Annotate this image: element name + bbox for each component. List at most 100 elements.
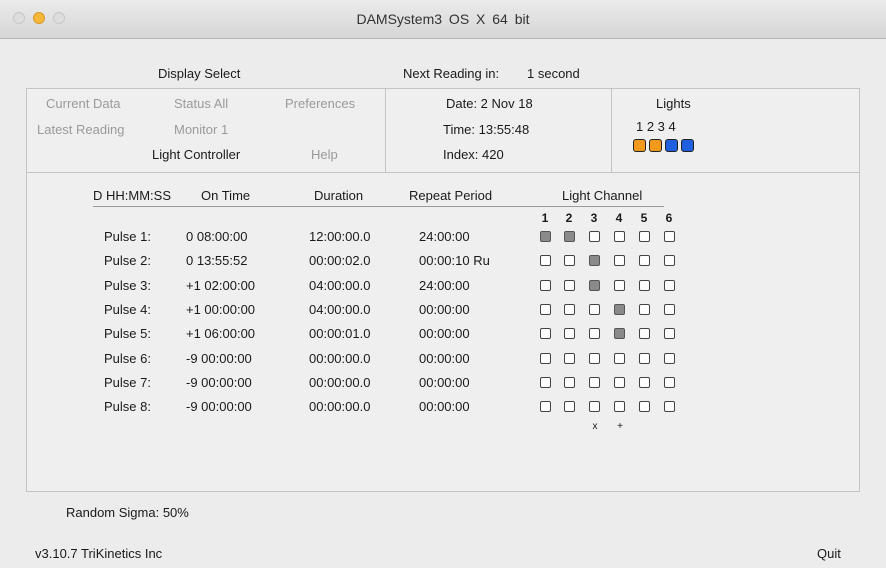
channel-checkbox[interactable]	[589, 401, 600, 413]
channel-checkbox[interactable]	[589, 303, 600, 315]
channel-checkbox[interactable]	[614, 255, 625, 267]
on-time-field[interactable]: 0 08:00:00	[186, 229, 247, 244]
status-date: Date: 2 Nov 18	[446, 96, 533, 111]
nav-help[interactable]: Help	[311, 147, 338, 162]
channel-number-2: 2	[565, 211, 573, 225]
duration-field[interactable]: 04:00:00.0	[309, 302, 370, 317]
title-bar: DAMSystem3 OS X 64 bit	[0, 0, 886, 39]
lights-numbers: 1 2 3 4	[636, 119, 676, 134]
channel-checkbox[interactable]	[589, 279, 600, 291]
duration-field[interactable]: 04:00:00.0	[309, 278, 370, 293]
on-time-field[interactable]: -9 00:00:00	[186, 375, 252, 390]
channel-number-6: 6	[665, 211, 673, 225]
channel-checkbox[interactable]	[564, 376, 575, 388]
on-time-field[interactable]: +1 00:00:00	[186, 302, 255, 317]
nav-status-all[interactable]: Status All	[174, 96, 228, 111]
on-time-field[interactable]: -9 00:00:00	[186, 399, 252, 414]
channel-checkbox[interactable]	[639, 231, 650, 242]
channel-checkbox[interactable]	[614, 279, 625, 291]
channel-checkbox[interactable]	[639, 328, 650, 340]
duration-field[interactable]: 00:00:01.0	[309, 326, 370, 341]
nav-current-data[interactable]: Current Data	[46, 96, 120, 111]
nav-monitor-1[interactable]: Monitor 1	[174, 122, 228, 137]
channel-checkbox[interactable]	[589, 231, 600, 242]
repeat-period-field[interactable]: 00:00:10 Ru	[419, 253, 490, 268]
duration-field[interactable]: 00:00:00.0	[309, 375, 370, 390]
channel-number-3: 3	[590, 211, 598, 225]
channel-checkbox[interactable]	[639, 303, 650, 315]
repeat-period-field[interactable]: 00:00:00	[419, 302, 470, 317]
channel-checkbox[interactable]	[614, 328, 625, 340]
channel-checkbox[interactable]	[540, 231, 551, 242]
channel-checkbox[interactable]	[540, 279, 551, 291]
repeat-period-field[interactable]: 00:00:00	[419, 351, 470, 366]
channel-checkbox[interactable]	[614, 303, 625, 315]
channel-checkbox[interactable]	[664, 376, 675, 388]
pulse-label: Pulse 6:	[104, 350, 151, 366]
pulse-label: Pulse 3:	[104, 277, 151, 293]
on-time-field[interactable]: -9 00:00:00	[186, 351, 252, 366]
nav-latest-reading[interactable]: Latest Reading	[37, 122, 124, 137]
pulse-label: Pulse 4:	[104, 301, 151, 317]
duration-field[interactable]: 00:00:00.0	[309, 399, 370, 414]
channel-checkbox[interactable]	[564, 401, 575, 413]
channel-checkbox[interactable]	[614, 376, 625, 388]
channel-checkbox[interactable]	[639, 352, 650, 364]
channel-checkbox[interactable]	[540, 255, 551, 267]
repeat-period-field[interactable]: 00:00:00	[419, 326, 470, 341]
repeat-period-field[interactable]: 00:00:00	[419, 399, 470, 414]
channel-checkbox[interactable]	[564, 255, 575, 267]
pulse-label: Pulse 8:	[104, 399, 151, 415]
channel-checkbox[interactable]	[540, 328, 551, 340]
channel-checkbox[interactable]	[639, 376, 650, 388]
on-time-field[interactable]: +1 06:00:00	[186, 326, 255, 341]
pulse-label: Pulse 1:	[104, 229, 151, 244]
channel-checkbox[interactable]	[540, 352, 551, 364]
status-index: Index: 420	[443, 147, 504, 162]
channel-mark: +	[617, 421, 623, 432]
repeat-period-field[interactable]: 00:00:00	[419, 375, 470, 390]
channel-checkbox[interactable]	[589, 352, 600, 364]
channel-checkbox[interactable]	[589, 328, 600, 340]
channel-checkbox[interactable]	[664, 352, 675, 364]
channel-checkbox[interactable]	[564, 352, 575, 364]
channel-checkbox[interactable]	[589, 255, 600, 267]
channel-checkbox[interactable]	[664, 401, 675, 413]
pulse-label: Pulse 5:	[104, 326, 151, 342]
channel-checkbox[interactable]	[664, 303, 675, 315]
light-indicator-4	[681, 139, 694, 152]
duration-field[interactable]: 00:00:00.0	[309, 351, 370, 366]
channel-checkbox[interactable]	[639, 255, 650, 267]
channel-checkbox[interactable]	[639, 401, 650, 413]
channel-checkbox[interactable]	[639, 279, 650, 291]
column-header-dhhmmss: D HH:MM:SS	[93, 188, 171, 203]
nav-light-controller[interactable]: Light Controller	[152, 147, 240, 162]
channel-checkbox[interactable]	[564, 279, 575, 291]
channel-checkbox[interactable]	[614, 401, 625, 413]
lights-label: Lights	[656, 96, 691, 111]
channel-checkbox[interactable]	[614, 231, 625, 242]
repeat-period-field[interactable]: 24:00:00	[419, 278, 470, 293]
channel-checkbox[interactable]	[664, 328, 675, 340]
channel-checkbox[interactable]	[540, 303, 551, 315]
channel-checkbox[interactable]	[664, 255, 675, 267]
nav-preferences[interactable]: Preferences	[285, 96, 355, 111]
repeat-period-field[interactable]: 24:00:00	[419, 229, 470, 244]
on-time-field[interactable]: +1 02:00:00	[186, 278, 255, 293]
channel-checkbox[interactable]	[540, 401, 551, 413]
channel-checkbox[interactable]	[614, 352, 625, 364]
channel-checkbox[interactable]	[589, 376, 600, 388]
column-header-duration: Duration	[314, 188, 364, 203]
light-indicator-2	[649, 139, 662, 152]
channel-checkbox[interactable]	[664, 279, 675, 291]
column-header-on-time: On Time	[201, 188, 251, 203]
quit-button[interactable]: Quit	[817, 546, 841, 561]
channel-checkbox[interactable]	[664, 231, 675, 242]
duration-field[interactable]: 12:00:00.0	[309, 229, 370, 244]
channel-checkbox[interactable]	[564, 231, 575, 242]
channel-checkbox[interactable]	[540, 376, 551, 388]
on-time-field[interactable]: 0 13:55:52	[186, 253, 247, 268]
channel-checkbox[interactable]	[564, 328, 575, 340]
duration-field[interactable]: 00:00:02.0	[309, 253, 370, 268]
channel-checkbox[interactable]	[564, 303, 575, 315]
